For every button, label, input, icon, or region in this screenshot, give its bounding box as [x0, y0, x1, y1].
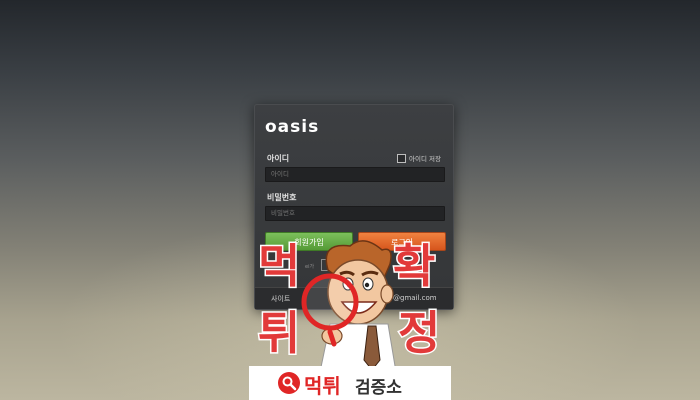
id-label: 아이디: [267, 154, 290, 163]
id-input[interactable]: 아이디: [265, 167, 445, 182]
brand-banner: 먹튀 검증소: [249, 366, 451, 400]
password-label: 비밀번호: [267, 193, 297, 202]
password-input[interactable]: 비밀번호: [265, 206, 445, 221]
magnifier-icon: [278, 372, 300, 394]
mascot-magnifier-icon: [301, 240, 397, 372]
banner-title-red: 먹튀: [304, 374, 341, 398]
save-id-label: 아이디 저장: [409, 155, 441, 163]
checkbox-icon[interactable]: [397, 153, 407, 163]
footer-left-text: 사이트: [271, 295, 291, 303]
save-id-option[interactable]: 아이디 저장: [397, 153, 441, 163]
banner-title-dark: 검증소: [355, 378, 402, 398]
logo: oasis: [265, 117, 320, 137]
